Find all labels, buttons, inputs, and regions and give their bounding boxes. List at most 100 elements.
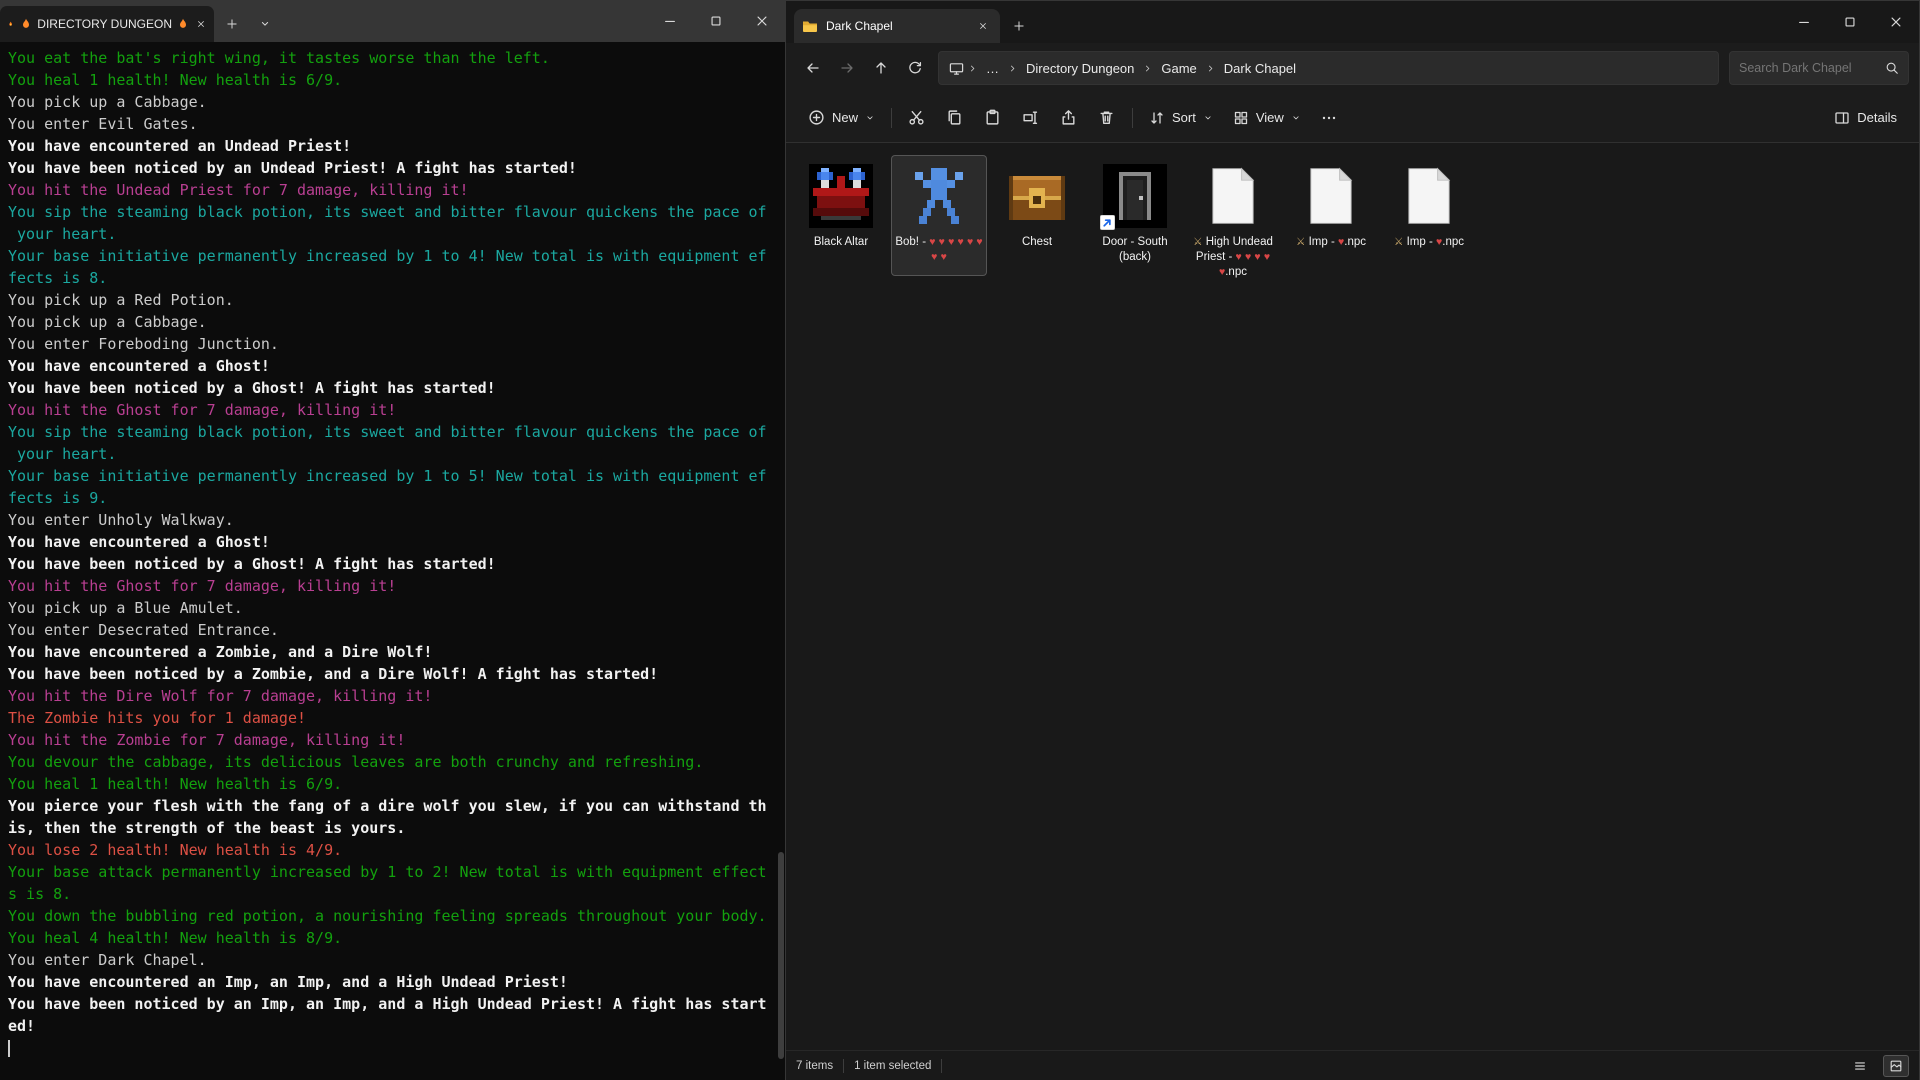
delete-button[interactable] xyxy=(1088,101,1126,135)
file-thumbnail xyxy=(1201,164,1265,228)
explorer-titlebar: Dark Chapel xyxy=(786,1,1919,43)
forward-button[interactable] xyxy=(830,51,864,85)
terminal-new-tab-button[interactable] xyxy=(218,10,246,38)
terminal-titlebar: DIRECTORY DUNGEON xyxy=(0,0,785,42)
breadcrumb-chevron[interactable] xyxy=(967,64,978,73)
thumbnail-view-icon xyxy=(1889,1059,1903,1073)
file-thumbnail xyxy=(809,164,873,228)
view-button[interactable]: View xyxy=(1223,101,1311,135)
bob-figure-icon xyxy=(907,164,971,228)
file-name: ⚔ Imp - ♥.npc xyxy=(1394,235,1464,250)
file-item[interactable]: ⚔ Imp - ♥.npc xyxy=(1381,155,1477,261)
breadcrumb-item-directory-dungeon[interactable]: Directory Dungeon xyxy=(1021,58,1139,79)
heart-glyph: ♥ xyxy=(1338,236,1344,248)
terminal-tab-dropdown-button[interactable] xyxy=(251,10,279,38)
share-button[interactable] xyxy=(1050,101,1088,135)
back-arrow-icon xyxy=(805,60,821,76)
terminal-line: You enter Unholy Walkway. xyxy=(8,509,785,531)
explorer-content-area[interactable]: Black Altar Bob! - ♥ ♥ ♥ ♥ ♥ ♥ ♥ ♥ Chest… xyxy=(786,143,1919,1050)
close-button[interactable] xyxy=(1873,1,1919,43)
terminal-line: You down the bubbling red potion, a nour… xyxy=(8,905,785,927)
close-icon xyxy=(978,21,988,31)
maximize-button[interactable] xyxy=(1827,1,1873,43)
file-item[interactable]: ⚔ High Undead Priest - ♥ ♥ ♥ ♥ ♥.npc xyxy=(1185,155,1281,291)
terminal-line: You have encountered a Ghost! xyxy=(8,355,785,377)
close-icon xyxy=(1889,15,1903,29)
terminal-line: You hit the Ghost for 7 damage, killing … xyxy=(8,575,785,597)
sort-icon xyxy=(1149,110,1165,126)
file-item[interactable]: Door - South (back) xyxy=(1087,155,1183,276)
new-button[interactable]: New xyxy=(798,101,885,135)
refresh-button[interactable] xyxy=(898,51,932,85)
toolbar-separator xyxy=(891,108,892,128)
terminal-line: You have been noticed by a Zombie, and a… xyxy=(8,663,785,685)
file-item[interactable]: ⚔ Imp - ♥.npc xyxy=(1283,155,1379,261)
search-box[interactable] xyxy=(1729,51,1909,85)
terminal-line: You pierce your flesh with the fang of a… xyxy=(8,795,785,817)
heart-glyph: ♥ xyxy=(931,251,937,263)
details-view-toggle[interactable] xyxy=(1847,1055,1873,1077)
terminal-line: You pick up a Blue Amulet. xyxy=(8,597,785,619)
up-button[interactable] xyxy=(864,51,898,85)
terminal-line: You eat the bat's right wing, it tastes … xyxy=(8,47,785,69)
maximize-button[interactable] xyxy=(693,0,739,42)
terminal-tab[interactable]: DIRECTORY DUNGEON xyxy=(0,6,214,42)
paste-button[interactable] xyxy=(974,101,1012,135)
breadcrumb-item-dark-chapel[interactable]: Dark Chapel xyxy=(1219,58,1301,79)
minimize-button[interactable] xyxy=(647,0,693,42)
file-item[interactable]: Bob! - ♥ ♥ ♥ ♥ ♥ ♥ ♥ ♥ xyxy=(891,155,987,276)
toolbar-separator xyxy=(1132,108,1133,128)
chest-icon xyxy=(1005,164,1069,228)
terminal-output[interactable]: You eat the bat's right wing, it tastes … xyxy=(0,42,785,1080)
file-item[interactable]: Black Altar xyxy=(793,155,889,261)
scissors-icon xyxy=(908,109,925,126)
chevron-right-icon xyxy=(1143,64,1152,73)
file-grid: Black Altar Bob! - ♥ ♥ ♥ ♥ ♥ ♥ ♥ ♥ Chest… xyxy=(786,143,1919,303)
minimize-icon xyxy=(1797,15,1811,29)
close-button[interactable] xyxy=(739,0,785,42)
paste-icon xyxy=(984,109,1001,126)
back-button[interactable] xyxy=(796,51,830,85)
minimize-button[interactable] xyxy=(1781,1,1827,43)
terminal-line: You have encountered a Zombie, and a Dir… xyxy=(8,641,785,663)
more-options-button[interactable] xyxy=(1311,101,1349,135)
chevron-down-icon xyxy=(865,113,875,123)
breadcrumb-chevron[interactable] xyxy=(1142,64,1153,73)
breadcrumb-item-game[interactable]: Game xyxy=(1156,58,1201,79)
large-icons-view-toggle[interactable] xyxy=(1883,1055,1909,1077)
details-pane-button[interactable]: Details xyxy=(1824,101,1907,135)
terminal-line: You heal 1 health! New health is 6/9. xyxy=(8,69,785,91)
search-input[interactable] xyxy=(1739,61,1879,75)
explorer-new-tab-button[interactable] xyxy=(1006,13,1032,39)
flame-icon xyxy=(8,17,13,31)
search-icon xyxy=(1885,61,1899,75)
document-icon xyxy=(1308,167,1354,225)
file-explorer-window: Dark Chapel … Directory Dungeon Game xyxy=(785,0,1920,1080)
up-arrow-icon xyxy=(873,60,889,76)
forward-arrow-icon xyxy=(839,60,855,76)
breadcrumb-overflow[interactable]: … xyxy=(981,58,1004,79)
rename-button[interactable] xyxy=(1012,101,1050,135)
explorer-tab-close-button[interactable] xyxy=(974,17,992,35)
explorer-tab[interactable]: Dark Chapel xyxy=(794,9,1000,43)
file-item[interactable]: Chest xyxy=(989,155,1085,261)
cut-button[interactable] xyxy=(898,101,936,135)
heart-glyph: ♥ xyxy=(929,236,935,248)
breadcrumb-chevron[interactable] xyxy=(1205,64,1216,73)
heart-glyph: ♥ xyxy=(941,251,947,263)
terminal-tab-close-button[interactable] xyxy=(196,15,206,33)
flame-icon xyxy=(177,18,189,30)
document-icon xyxy=(1210,167,1256,225)
copy-button[interactable] xyxy=(936,101,974,135)
terminal-scrollbar-thumb[interactable] xyxy=(778,852,784,1060)
heart-glyph: ♥ xyxy=(958,236,964,248)
terminal-line: You hit the Zombie for 7 damage, killing… xyxy=(8,729,785,751)
chevron-right-icon xyxy=(968,64,977,73)
dagger-icon: ⚔ xyxy=(1394,236,1403,248)
terminal-line: You have been noticed by a Ghost! A figh… xyxy=(8,377,785,399)
view-grid-icon xyxy=(1233,110,1249,126)
breadcrumb-chevron[interactable] xyxy=(1007,64,1018,73)
plus-icon xyxy=(1013,20,1025,32)
sort-button[interactable]: Sort xyxy=(1139,101,1223,135)
terminal-line: You have encountered a Ghost! xyxy=(8,531,785,553)
